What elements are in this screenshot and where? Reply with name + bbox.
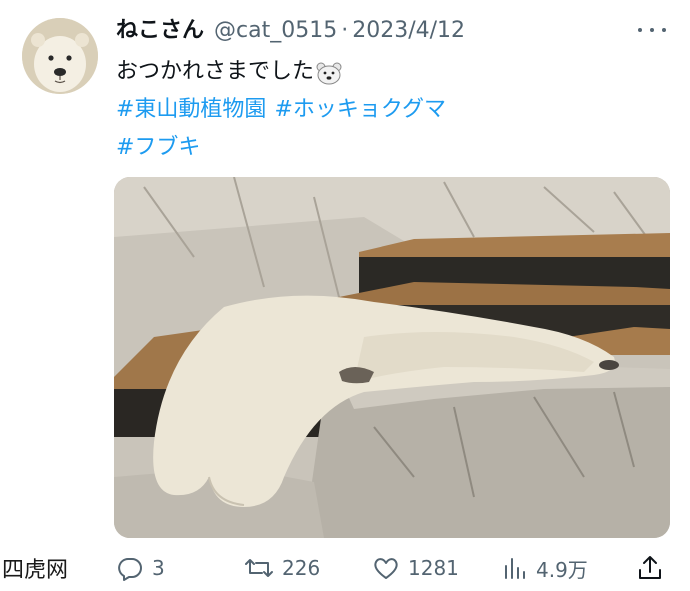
share-icon [639,556,661,579]
separator-dot: · [341,18,349,43]
tweet-date[interactable]: 2023/4/12 [352,14,465,48]
like-button[interactable]: 1281 [372,548,459,588]
display-name[interactable]: ねこさん [116,14,204,48]
views-button[interactable]: 4.9万 [500,548,588,588]
retweet-icon [245,559,273,577]
tweet-header: ねこさん @cat_0515 · 2023/4/12 [116,14,465,48]
more-options-icon[interactable] [638,20,666,40]
tweet-text-body: おつかれさまでした [116,59,315,84]
hashtag-line-2: #フブキ [116,129,454,167]
hashtag-higashiyama[interactable]: #東山動植物園 [116,91,266,129]
reply-button[interactable]: 3 [116,548,165,588]
view-count: 4.9万 [536,557,588,582]
watermark: 四虎网 [0,556,73,586]
retweet-count: 226 [282,556,321,580]
hashtag-fubuki[interactable]: #フブキ [116,129,200,167]
polar-bear-face-emoji-icon [316,60,342,85]
hashtag-polar-bear[interactable]: #ホッキョクグマ [274,91,446,129]
analytics-bar-icon [505,558,525,579]
retweet-button[interactable]: 226 [244,548,320,588]
like-count: 1281 [408,556,459,580]
user-handle[interactable]: @cat_0515 [214,14,337,48]
tweet-photo[interactable] [114,177,670,538]
heart-icon [374,558,398,579]
avatar[interactable] [22,18,98,94]
reply-icon [118,558,142,581]
tweet-action-bar: 3 226 1281 4.9万 [116,548,676,588]
share-button[interactable] [636,548,672,588]
reply-count: 3 [152,556,165,580]
tweet-text-line: おつかれさまでした [116,53,454,91]
hashtag-line-1: #東山動植物園 #ホッキョクグマ [116,91,454,129]
tweet-text: おつかれさまでした #東山動植物園 #ホッキョクグマ #フブキ [116,53,454,167]
